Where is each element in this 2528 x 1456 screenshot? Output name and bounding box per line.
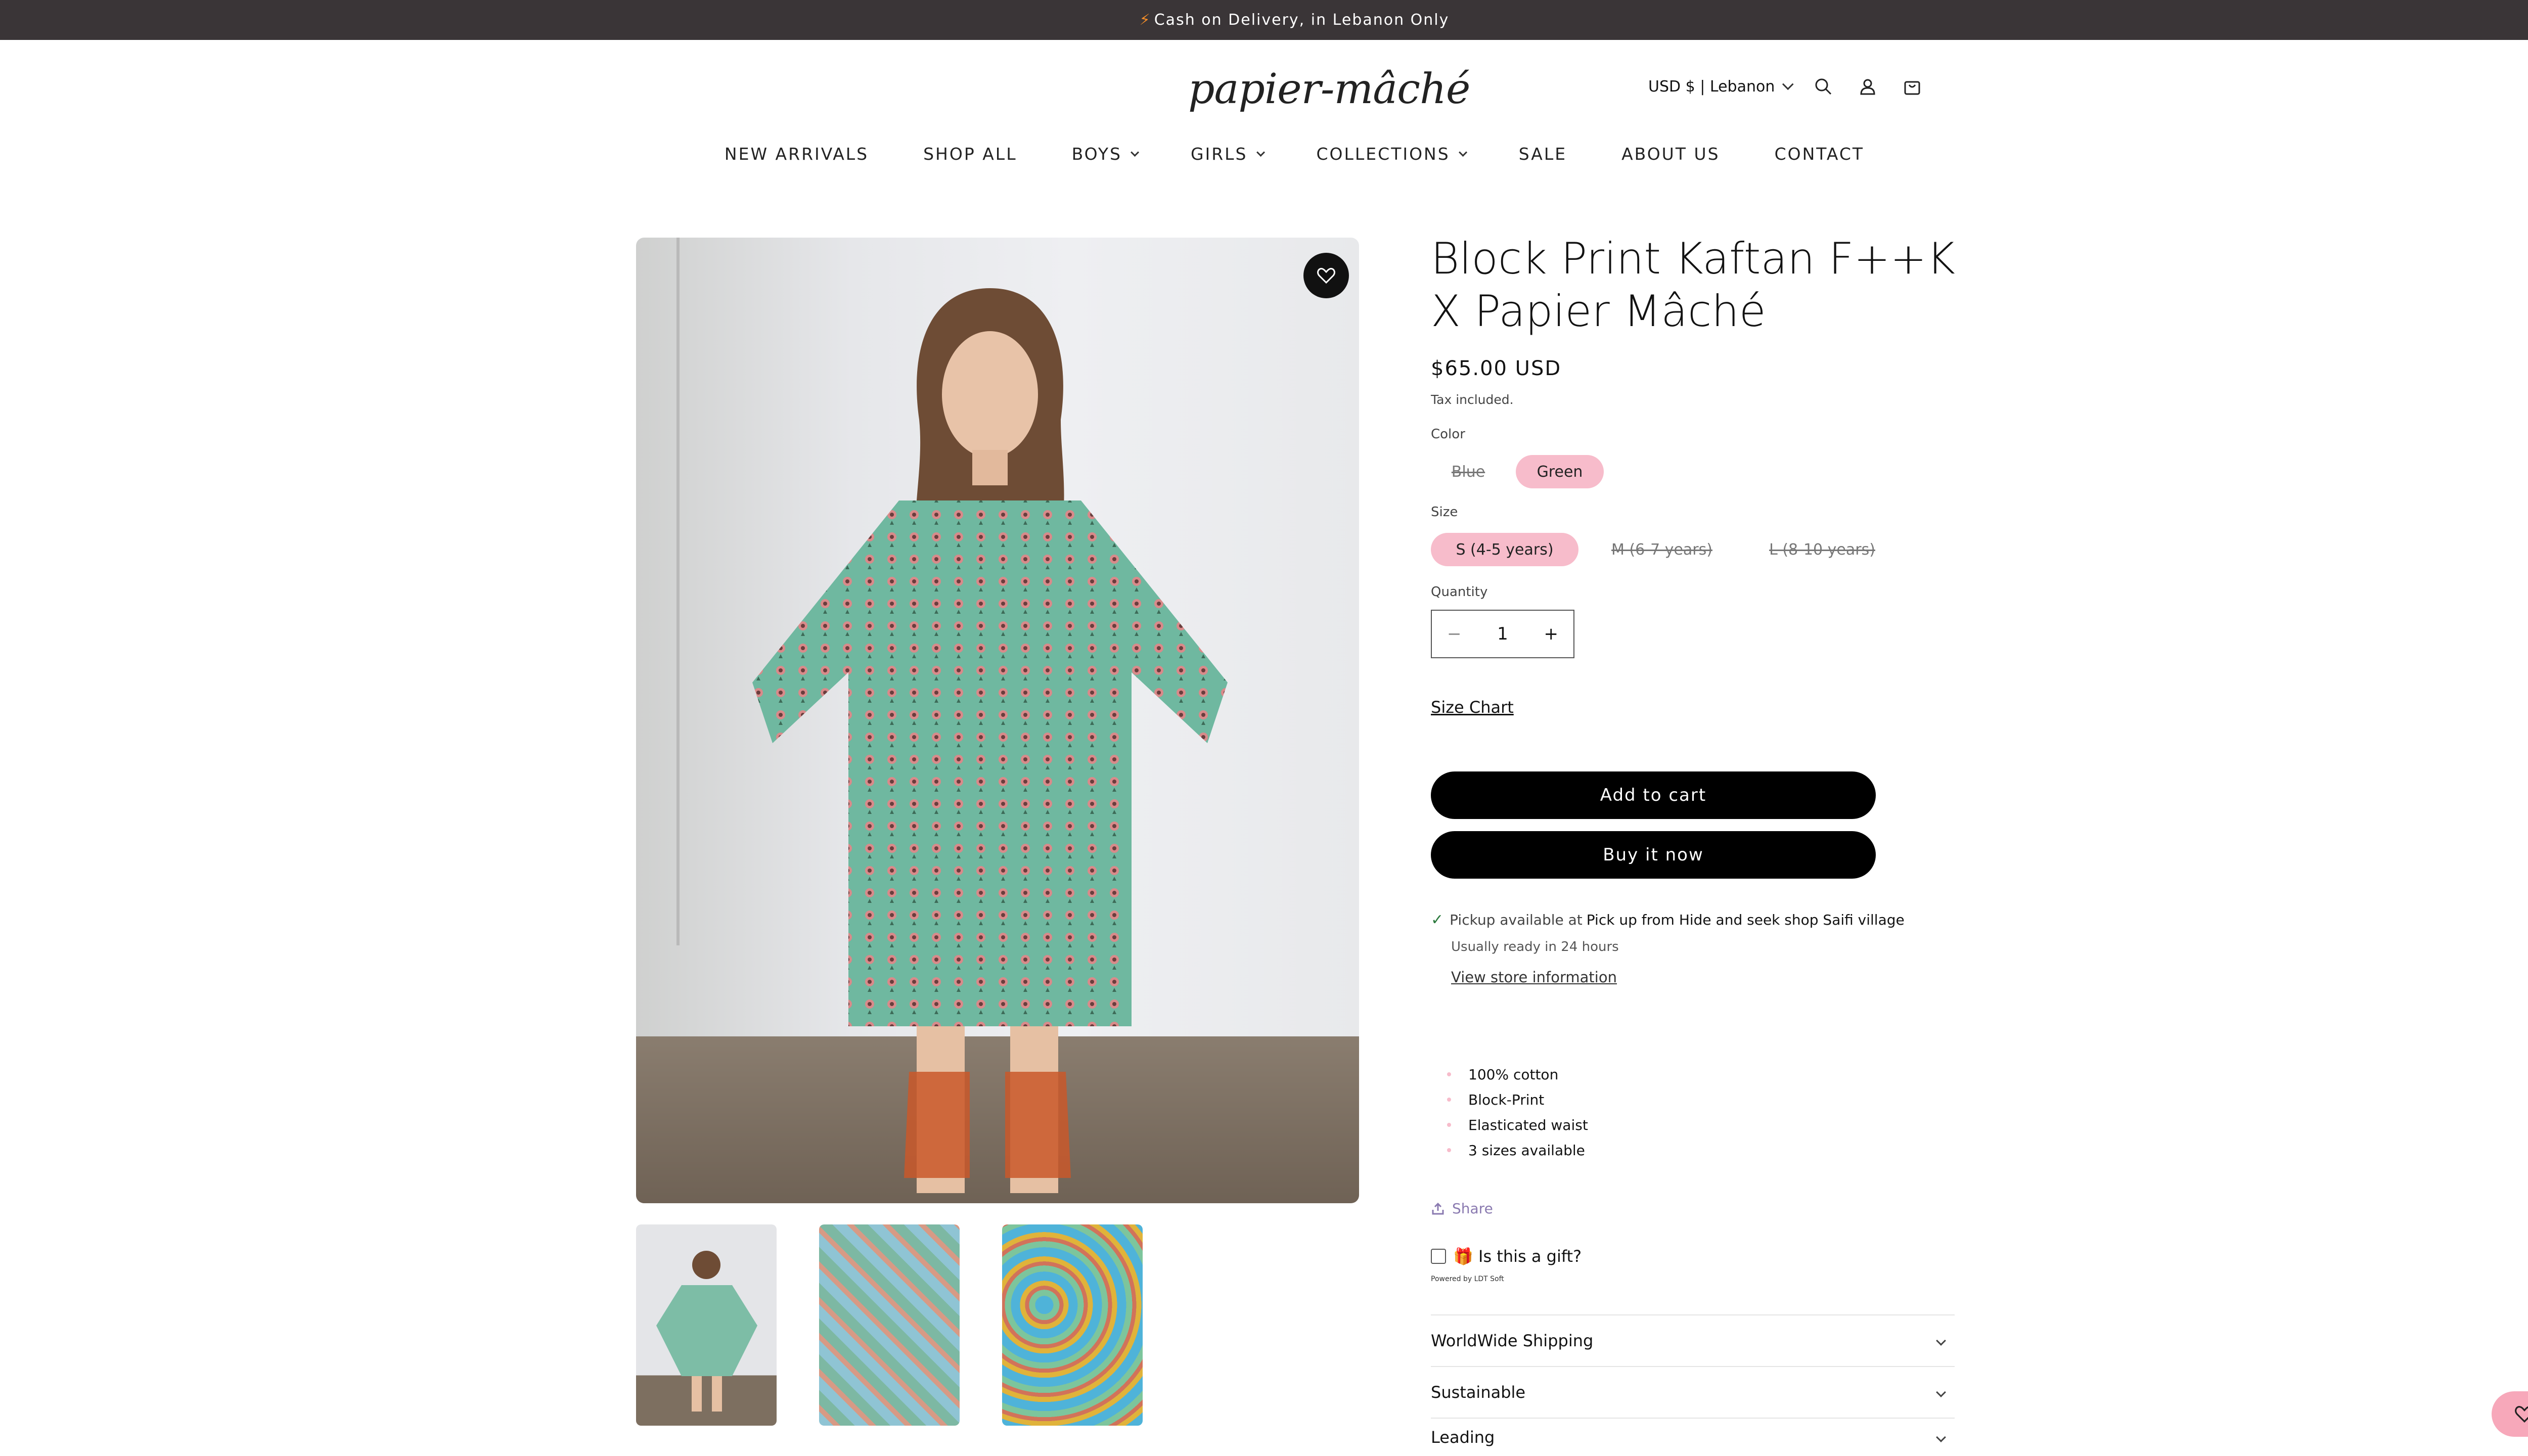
add-to-cart-button[interactable]: Add to cart	[1431, 771, 1876, 819]
pickup-availability: ✓ Pickup available at Pick up from Hide …	[1431, 911, 1905, 929]
thumbnail-1[interactable]	[636, 1224, 777, 1426]
gift-option[interactable]: 🎁 Is this a gift?	[1431, 1247, 1582, 1266]
feature-list: 100% cotton Block-Print Elasticated wais…	[1447, 1062, 1588, 1163]
nav-label: GIRLS	[1190, 144, 1248, 164]
size-option-m[interactable]: M (6-7 years)	[1589, 533, 1735, 566]
nav-label: SALE	[1518, 144, 1567, 164]
nav-label: BOYS	[1071, 144, 1122, 164]
nav-about-us[interactable]: ABOUT US	[1621, 144, 1720, 164]
locale-label: USD $ | Lebanon	[1648, 77, 1775, 96]
size-option-s[interactable]: S (4-5 years)	[1431, 533, 1578, 566]
share-button[interactable]: Share	[1431, 1200, 1493, 1217]
product-price: $65.00 USD	[1431, 357, 1562, 380]
list-item: 100% cotton	[1447, 1062, 1588, 1087]
nav-label: CONTACT	[1774, 144, 1865, 164]
gift-checkbox[interactable]	[1431, 1249, 1446, 1264]
site-header: papier-mâché USD $ | Lebanon NEW ARRIVAL…	[0, 40, 2528, 202]
announcement-bar: ⚡ Cash on Delivery, in Lebanon Only	[0, 0, 2528, 40]
nav-label: NEW ARRIVALS	[724, 144, 869, 164]
nav-contact[interactable]: CONTACT	[1775, 144, 1865, 164]
thumbnail-2[interactable]	[819, 1224, 960, 1426]
accordion-label: Sustainable	[1431, 1383, 1526, 1402]
chevron-down-icon	[1256, 148, 1265, 157]
announcement-text: Cash on Delivery, in Lebanon Only	[1154, 11, 1450, 29]
gift-label: 🎁 Is this a gift?	[1453, 1247, 1582, 1266]
size-label: Size	[1431, 505, 1458, 520]
increment-button[interactable]: +	[1544, 624, 1558, 644]
feature-text: 100% cotton	[1468, 1066, 1559, 1083]
wishlist-floating-button[interactable]	[2492, 1391, 2528, 1437]
heart-icon	[1317, 267, 1335, 284]
thumbnail-strip	[636, 1224, 1185, 1426]
bullet	[1447, 1148, 1451, 1152]
chevron-down-icon	[1936, 1387, 1946, 1397]
nav-shop-all[interactable]: SHOP ALL	[923, 144, 1017, 164]
chevron-down-icon	[1458, 148, 1467, 157]
color-option-green[interactable]: Green	[1516, 455, 1604, 488]
feature-text: Elasticated waist	[1468, 1116, 1588, 1133]
color-label: Color	[1431, 427, 1465, 442]
bolt-icon: ⚡	[1139, 11, 1151, 29]
view-store-info-link[interactable]: View store information	[1451, 969, 1617, 986]
nav-label: SHOP ALL	[923, 144, 1017, 164]
chevron-down-icon	[1782, 78, 1794, 90]
site-logo[interactable]: papier-mâché	[1188, 65, 1470, 113]
nav-label: COLLECTIONS	[1316, 144, 1450, 164]
accordion-label: WorldWide Shipping	[1431, 1331, 1594, 1350]
list-item: Elasticated waist	[1447, 1112, 1588, 1138]
accordion-sustainable[interactable]: Sustainable	[1431, 1366, 1955, 1418]
product-main-image[interactable]	[636, 238, 1359, 1203]
child-figure	[752, 288, 1228, 1193]
nav-girls[interactable]: GIRLS	[1190, 144, 1265, 164]
color-option-blue[interactable]: Blue	[1431, 455, 1506, 488]
bullet	[1447, 1072, 1451, 1076]
chevron-down-icon	[1936, 1432, 1946, 1442]
size-option-l[interactable]: L (8-10 years)	[1746, 533, 1898, 566]
chevron-down-icon	[1130, 148, 1139, 157]
wishlist-button[interactable]	[1303, 253, 1349, 298]
check-icon: ✓	[1431, 911, 1444, 929]
quantity-stepper: − 1 +	[1431, 610, 1574, 658]
accordion-shipping[interactable]: WorldWide Shipping	[1431, 1314, 1955, 1366]
nav-boys[interactable]: BOYS	[1071, 144, 1139, 164]
list-item: Block-Print	[1447, 1087, 1588, 1112]
nav-label: ABOUT US	[1621, 144, 1720, 164]
search-icon[interactable]	[1812, 75, 1834, 98]
powered-by: Powered by LDT Soft	[1431, 1275, 1504, 1283]
buy-it-now-button[interactable]: Buy it now	[1431, 831, 1876, 879]
feature-text: 3 sizes available	[1468, 1142, 1585, 1159]
nav-sale[interactable]: SALE	[1519, 144, 1567, 164]
heart-icon	[2515, 1406, 2528, 1423]
bullet	[1447, 1123, 1451, 1127]
chevron-down-icon	[1936, 1336, 1946, 1346]
cart-icon[interactable]	[1901, 75, 1923, 98]
account-icon[interactable]	[1857, 75, 1879, 98]
nav-collections[interactable]: COLLECTIONS	[1316, 144, 1467, 164]
share-label: Share	[1452, 1200, 1493, 1217]
pickup-location: Pick up from Hide and seek shop Saifi vi…	[1586, 912, 1905, 928]
quantity-label: Quantity	[1431, 584, 1488, 600]
decrement-button[interactable]: −	[1447, 624, 1462, 644]
size-chart-link[interactable]: Size Chart	[1431, 698, 1514, 717]
nav-new-arrivals[interactable]: NEW ARRIVALS	[725, 144, 869, 164]
product-title: Block Print Kaftan F++K X Papier Mâché	[1431, 234, 1955, 337]
tax-note: Tax included.	[1431, 392, 1514, 407]
ready-time: Usually ready in 24 hours	[1451, 939, 1619, 954]
quantity-input[interactable]: 1	[1497, 624, 1508, 644]
main-nav: NEW ARRIVALS SHOP ALL BOYS GIRLS COLLECT…	[0, 144, 2528, 164]
locale-selector[interactable]: USD $ | Lebanon	[1648, 77, 1794, 96]
accordion-leading[interactable]: Leading	[1431, 1418, 1955, 1456]
share-icon	[1432, 1202, 1444, 1214]
feature-text: Block-Print	[1468, 1091, 1545, 1108]
header-utilities: USD $ | Lebanon	[1648, 75, 1923, 98]
thumbnail-3[interactable]	[1002, 1224, 1143, 1426]
pickup-prefix: Pickup available at	[1450, 912, 1583, 928]
accordion-label: Leading	[1431, 1428, 1495, 1447]
bullet	[1447, 1098, 1451, 1102]
list-item: 3 sizes available	[1447, 1138, 1588, 1163]
